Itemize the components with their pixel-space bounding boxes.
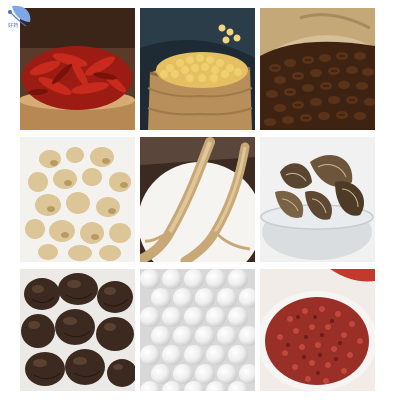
product-image-grid [20,8,376,392]
ginseng-roots-image [140,137,255,262]
coffee-beans-image [260,8,375,130]
soybeans-image [140,8,255,130]
tile-dried-ginger[interactable] [20,137,135,262]
brand-logo: 好药 [2,2,36,36]
sichuan-pepper-image [260,269,375,391]
tile-coffee-beans[interactable] [260,8,375,130]
leaf-logo-icon [8,5,31,27]
white-pearls-image [140,269,255,391]
tile-white-pearls[interactable] [140,269,255,391]
tile-maca-roots[interactable] [20,269,135,391]
tile-dried-mushrooms-in-bowl[interactable] [260,137,375,262]
dried-ginger-image [20,137,135,262]
tile-ginseng-roots[interactable] [140,137,255,262]
logo-text: 好药 [8,23,19,29]
tile-soybeans[interactable] [140,8,255,130]
tile-dried-red-chili[interactable] [20,8,135,130]
dried-red-chili-image [20,8,135,130]
tile-sichuan-pepper[interactable] [260,269,375,391]
dried-mushrooms-image [260,137,375,262]
maca-roots-image [20,269,135,391]
